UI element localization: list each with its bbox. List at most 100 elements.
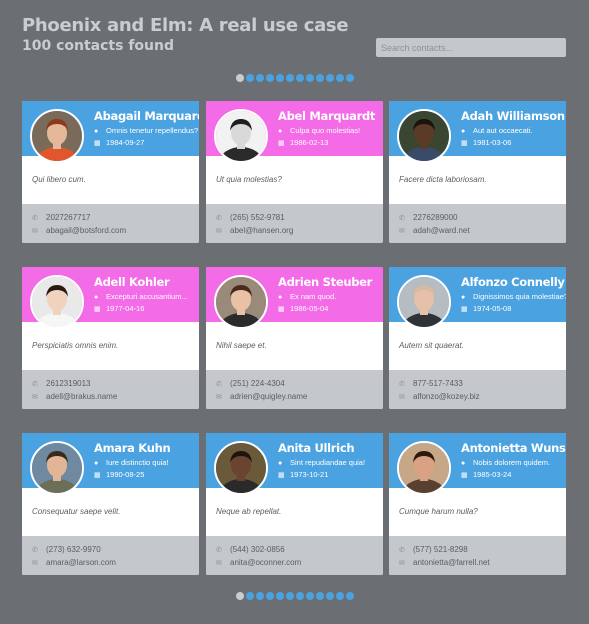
- birth-date-row: ▦ 1986-05-04: [278, 304, 328, 313]
- page-dot-1[interactable]: [235, 74, 244, 82]
- phone-row: ✆ (251) 224-4304: [216, 379, 285, 388]
- map-marker-icon: ●: [94, 460, 99, 467]
- email-row: ✉ amara@larson.com: [32, 558, 116, 567]
- pagination-top: [0, 74, 589, 84]
- contact-phone: 2612319013: [46, 379, 91, 388]
- page-dot-4[interactable]: [265, 592, 274, 600]
- page-dot-3[interactable]: [255, 592, 264, 600]
- page-dot-12[interactable]: [345, 74, 354, 82]
- envelope-icon: ✉: [32, 228, 38, 235]
- page-dot-10[interactable]: [325, 74, 334, 82]
- map-marker-icon: ●: [278, 294, 283, 301]
- envelope-icon: ✉: [399, 394, 405, 401]
- calendar-icon: ▦: [94, 140, 101, 147]
- page-dot-9[interactable]: [315, 74, 324, 82]
- contact-card[interactable]: Amara Kuhn ● Iure distinctio quia! ▦ 1990-08…: [22, 433, 199, 575]
- email-row: ✉ alfonzo@kozey.biz: [399, 392, 480, 401]
- contact-card[interactable]: Abel Marquardt ● Culpa quo molestias! ▦ 1986…: [206, 101, 383, 243]
- contact-card[interactable]: Antonietta Wunsch ● Nobis dolorem quidem. ▦…: [389, 433, 566, 575]
- page-dot-11[interactable]: [335, 74, 344, 82]
- header: Phoenix and Elm: A real use case 100 con…: [22, 15, 349, 55]
- phone-icon: ✆: [32, 547, 38, 554]
- card-footer: ✆ (577) 521-8298 ✉ antonietta@farrell.net: [389, 536, 566, 575]
- phone-icon: ✆: [32, 215, 38, 222]
- location-row: ● Ex nam quod.: [278, 292, 336, 301]
- page-dot-6[interactable]: [285, 592, 294, 600]
- search-input[interactable]: [376, 38, 566, 57]
- email-row: ✉ adell@brakus.name: [32, 392, 117, 401]
- page-dot-6[interactable]: [285, 74, 294, 82]
- page-dot-5[interactable]: [275, 592, 284, 600]
- phone-row: ✆ 877-517-7433: [399, 379, 463, 388]
- avatar: [397, 275, 451, 329]
- page-dot-5[interactable]: [275, 74, 284, 82]
- card-footer: ✆ 2027267717 ✉ abagail@botsford.com: [22, 204, 199, 243]
- contact-birth-date: 1986-02-13: [290, 138, 329, 147]
- contact-headline: Nihil saepe et.: [216, 341, 267, 350]
- page-dot-9[interactable]: [315, 592, 324, 600]
- contact-name: Adrien Steuber: [278, 275, 373, 289]
- email-row: ✉ adrien@quigley.name: [216, 392, 307, 401]
- contact-birth-date: 1984-09-27: [106, 138, 145, 147]
- card-footer: ✆ 877-517-7433 ✉ alfonzo@kozey.biz: [389, 370, 566, 409]
- avatar: [30, 109, 84, 163]
- card-footer: ✆ (251) 224-4304 ✉ adrien@quigley.name: [206, 370, 383, 409]
- calendar-icon: ▦: [278, 472, 285, 479]
- location-row: ● Culpa quo molestias!: [278, 126, 360, 135]
- phone-row: ✆ (544) 302-0856: [216, 545, 285, 554]
- calendar-icon: ▦: [461, 306, 468, 313]
- map-marker-icon: ●: [461, 128, 466, 135]
- page-dot-12[interactable]: [345, 592, 354, 600]
- contact-card[interactable]: Alfonzo Connelly ● Dignissimos quia molest…: [389, 267, 566, 409]
- map-marker-icon: ●: [461, 460, 466, 467]
- contact-name: Anita Ullrich: [278, 441, 355, 455]
- page-dot-7[interactable]: [295, 74, 304, 82]
- email-row: ✉ anita@oconner.com: [216, 558, 301, 567]
- contact-location: Iure distinctio quia!: [106, 458, 169, 467]
- page-dot-7[interactable]: [295, 592, 304, 600]
- contact-name: Alfonzo Connelly: [461, 275, 565, 289]
- card-footer: ✆ (273) 632-9970 ✉ amara@larson.com: [22, 536, 199, 575]
- contact-headline: Perspiciatis omnis enim.: [32, 341, 119, 350]
- avatar: [214, 275, 268, 329]
- page-dot-11[interactable]: [335, 592, 344, 600]
- contact-phone: 2276289000: [413, 213, 458, 222]
- birth-date-row: ▦ 1985-03-24: [461, 470, 511, 479]
- contact-phone: 877-517-7433: [413, 379, 463, 388]
- birth-date-row: ▦ 1990-08-25: [94, 470, 144, 479]
- map-marker-icon: ●: [94, 128, 99, 135]
- card-footer: ✆ (544) 302-0856 ✉ anita@oconner.com: [206, 536, 383, 575]
- contact-phone: 2027267717: [46, 213, 91, 222]
- phone-icon: ✆: [399, 381, 405, 388]
- avatar: [30, 441, 84, 495]
- contact-card[interactable]: Abagail Marquardt ● Omnis tenetur repellen…: [22, 101, 199, 243]
- page-dot-8[interactable]: [305, 74, 314, 82]
- contact-birth-date: 1973-10-21: [290, 470, 329, 479]
- contact-location: Ex nam quod.: [290, 292, 337, 301]
- birth-date-row: ▦ 1981-03-06: [461, 138, 511, 147]
- envelope-icon: ✉: [399, 560, 405, 567]
- contact-card[interactable]: Adell Kohler ● Excepturi accusantium... ▦ 19…: [22, 267, 199, 409]
- contact-headline: Consequatur saepe velit.: [32, 507, 121, 516]
- page-dot-10[interactable]: [325, 592, 334, 600]
- contact-card[interactable]: Adah Williamson ● Aut aut occaecati. ▦ 1981-…: [389, 101, 566, 243]
- avatar: [30, 275, 84, 329]
- contact-phone: (251) 224-4304: [230, 379, 285, 388]
- birth-date-row: ▦ 1973-10-21: [278, 470, 328, 479]
- page-dot-2[interactable]: [245, 74, 254, 82]
- page-dot-2[interactable]: [245, 592, 254, 600]
- contact-card[interactable]: Adrien Steuber ● Ex nam quod. ▦ 1986-05-04 Ni…: [206, 267, 383, 409]
- page-dot-1[interactable]: [235, 592, 244, 600]
- phone-row: ✆ (265) 552-9781: [216, 213, 285, 222]
- phone-icon: ✆: [399, 547, 405, 554]
- calendar-icon: ▦: [461, 472, 468, 479]
- page-dot-4[interactable]: [265, 74, 274, 82]
- page-dot-3[interactable]: [255, 74, 264, 82]
- birth-date-row: ▦ 1974-05-08: [461, 304, 511, 313]
- contact-card[interactable]: Anita Ullrich ● Sint repudiandae quia! ▦ 197…: [206, 433, 383, 575]
- page-dot-8[interactable]: [305, 592, 314, 600]
- email-row: ✉ antonietta@farrell.net: [399, 558, 490, 567]
- envelope-icon: ✉: [216, 394, 222, 401]
- contact-name: Antonietta Wunsch: [461, 441, 566, 455]
- contact-birth-date: 1981-03-06: [473, 138, 512, 147]
